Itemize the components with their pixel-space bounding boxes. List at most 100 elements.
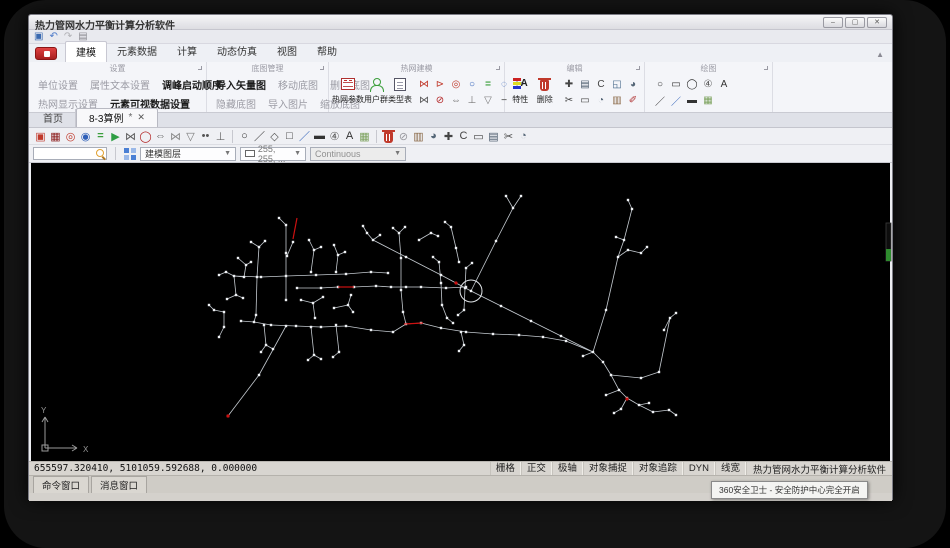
tab-动态仿真[interactable]: 动态仿真 (207, 41, 267, 62)
polyline-icon[interactable]: ／ (297, 129, 312, 144)
cut-icon[interactable]: ✂ (501, 129, 516, 144)
circle-icon[interactable]: ○ (652, 77, 668, 92)
status-toggle-正交[interactable]: 正交 (520, 462, 552, 475)
status-toggle-栅格[interactable]: 栅格 (489, 462, 521, 475)
ellipse-icon[interactable]: ◯ (684, 77, 700, 92)
dialog-launcher-icon[interactable] (496, 66, 500, 70)
status-toggle-极轴[interactable]: 极轴 (551, 462, 583, 475)
ribbon-bigbutton-特性[interactable]: A 特性 (508, 75, 533, 108)
status-toggle-对象追踪[interactable]: 对象追踪 (632, 462, 683, 475)
image-icon[interactable]: ▦ (700, 93, 716, 108)
tab-视图[interactable]: 视图 (267, 41, 307, 62)
select-window-icon[interactable]: ▭ (471, 129, 486, 144)
heat-source-icon[interactable]: ▣ (33, 129, 48, 144)
layers-icon[interactable] (124, 147, 136, 160)
compensator-icon[interactable]: ⇔ (448, 93, 464, 108)
ribbon-bigbutton-热网参数[interactable]: 热网参数 (332, 75, 364, 108)
support-icon[interactable]: ⊥ (464, 93, 480, 108)
layer-select[interactable]: 建模图层 ▼ (140, 146, 236, 161)
close-icon[interactable]: ✕ (137, 112, 145, 123)
minimize-button[interactable]: – (823, 17, 843, 28)
color-select[interactable]: 255, 255, ... ▼ (240, 144, 306, 164)
pump-icon[interactable]: ◎ (63, 129, 78, 144)
tool-palette-icon[interactable]: ▥ (411, 129, 426, 144)
application-menu-button[interactable] (35, 47, 57, 60)
solid-rect-icon[interactable]: ▬ (312, 129, 327, 144)
undo-button[interactable]: ↶ (49, 31, 57, 43)
cut-icon[interactable]: ✂ (561, 93, 577, 108)
no-entry-icon[interactable]: ⊘ (396, 129, 411, 144)
search-icon[interactable] (96, 148, 106, 159)
ribbon-bigbutton-类型表[interactable]: 类型表 (388, 75, 412, 108)
zoom-in-icon[interactable]: ◕ (625, 77, 641, 92)
zoom-previous-icon[interactable]: ◔ (516, 129, 531, 144)
filter-icon[interactable]: ▽ (480, 93, 496, 108)
filter-icon[interactable]: ▽ (183, 129, 198, 144)
text-style-icon[interactable]: A (716, 77, 732, 92)
pipe-icon[interactable]: = (93, 129, 108, 144)
valve-icon[interactable]: ⋈ (123, 129, 138, 144)
tab-元素数据[interactable]: 元素数据 (107, 41, 167, 62)
circle-icon[interactable]: ○ (237, 129, 252, 144)
tab-计算[interactable]: 计算 (167, 41, 207, 62)
paste-icon[interactable]: ▤ (486, 129, 501, 144)
tab-帮助[interactable]: 帮助 (307, 41, 347, 62)
dialog-launcher-icon[interactable] (764, 66, 768, 70)
restore-button[interactable]: ▢ (845, 17, 865, 28)
line-icon[interactable]: ／ (252, 129, 267, 144)
boiler-icon[interactable]: ▦ (48, 129, 63, 144)
ribbon-bigbutton-删除[interactable]: 删除 (533, 75, 558, 108)
scale-icon[interactable]: ◱ (609, 77, 625, 92)
dialog-launcher-icon[interactable] (636, 66, 640, 70)
status-toggle-对象捕捉[interactable]: 对象捕捉 (582, 462, 633, 475)
rectangle-icon[interactable]: □ (282, 129, 297, 144)
heat-user-icon[interactable]: ◯ (138, 129, 153, 144)
check-valve-icon[interactable]: ⊳ (432, 77, 448, 92)
node-icon[interactable]: ◉ (78, 129, 93, 144)
copy-icon[interactable]: ▤ (577, 77, 593, 92)
search-input[interactable] (34, 148, 96, 159)
rectangle-icon[interactable]: ▭ (668, 77, 684, 92)
line-icon[interactable]: ／ (652, 93, 668, 108)
move-icon[interactable]: ✚ (561, 77, 577, 92)
pump-icon[interactable]: ◎ (448, 77, 464, 92)
circled-text-icon[interactable]: ④ (327, 129, 342, 144)
support-icon[interactable]: ⊥ (213, 129, 228, 144)
zoom-window-icon[interactable]: ◔ (593, 93, 609, 108)
dialog-launcher-icon[interactable] (198, 66, 202, 70)
ribbon-collapse-icon[interactable]: ▲ (876, 50, 884, 59)
ribbon-bigbutton-用户群[interactable]: 用户群 (364, 75, 388, 108)
status-toggle-线宽[interactable]: 线宽 (714, 462, 746, 475)
tab-建模[interactable]: 建模 (65, 41, 107, 62)
polyline-icon[interactable]: ／ (668, 93, 684, 108)
stop-valve-icon[interactable]: ⊘ (432, 93, 448, 108)
circled-text-icon[interactable]: ④ (700, 77, 716, 92)
rotate-icon[interactable]: C (593, 77, 609, 92)
pencil-edit-icon[interactable]: ✐ (625, 93, 641, 108)
dialog-launcher-icon[interactable] (320, 66, 324, 70)
save-button[interactable]: ▣ (34, 31, 43, 43)
solid-rect-icon[interactable]: ▬ (684, 93, 700, 108)
node-pair-icon[interactable]: •• (198, 129, 213, 144)
text-icon[interactable]: A (342, 129, 357, 144)
rotate-icon[interactable]: C (456, 129, 471, 144)
select-window-icon[interactable]: ▭ (577, 93, 593, 108)
butterfly-valve-icon[interactable]: ⋈ (416, 77, 432, 92)
doc-tab-首页[interactable]: 首页 (31, 109, 76, 127)
pan-icon[interactable]: ✚ (441, 129, 456, 144)
delete-icon[interactable] (381, 129, 396, 144)
dock-tab-命令窗口[interactable]: 命令窗口 (33, 475, 90, 494)
linetype-select[interactable]: Continuous ▼ (310, 146, 406, 161)
drawing-canvas[interactable]: YX (31, 163, 892, 461)
gate-valve-icon[interactable]: ⋈ (168, 129, 183, 144)
compensator-icon[interactable]: ⇔ (153, 129, 168, 144)
close-button[interactable]: ✕ (867, 17, 887, 28)
polygon-icon[interactable]: ◇ (267, 129, 282, 144)
node-icon[interactable]: ○ (464, 77, 480, 92)
zoom-extents-icon[interactable]: ◕ (426, 129, 441, 144)
image-icon[interactable]: ▦ (357, 129, 372, 144)
dock-tab-消息窗口[interactable]: 消息窗口 (91, 475, 148, 494)
run-element-icon[interactable]: ▶ (108, 129, 123, 144)
status-toggle-DYN[interactable]: DYN (682, 462, 715, 475)
tool-palette-icon[interactable]: ▥ (609, 93, 625, 108)
